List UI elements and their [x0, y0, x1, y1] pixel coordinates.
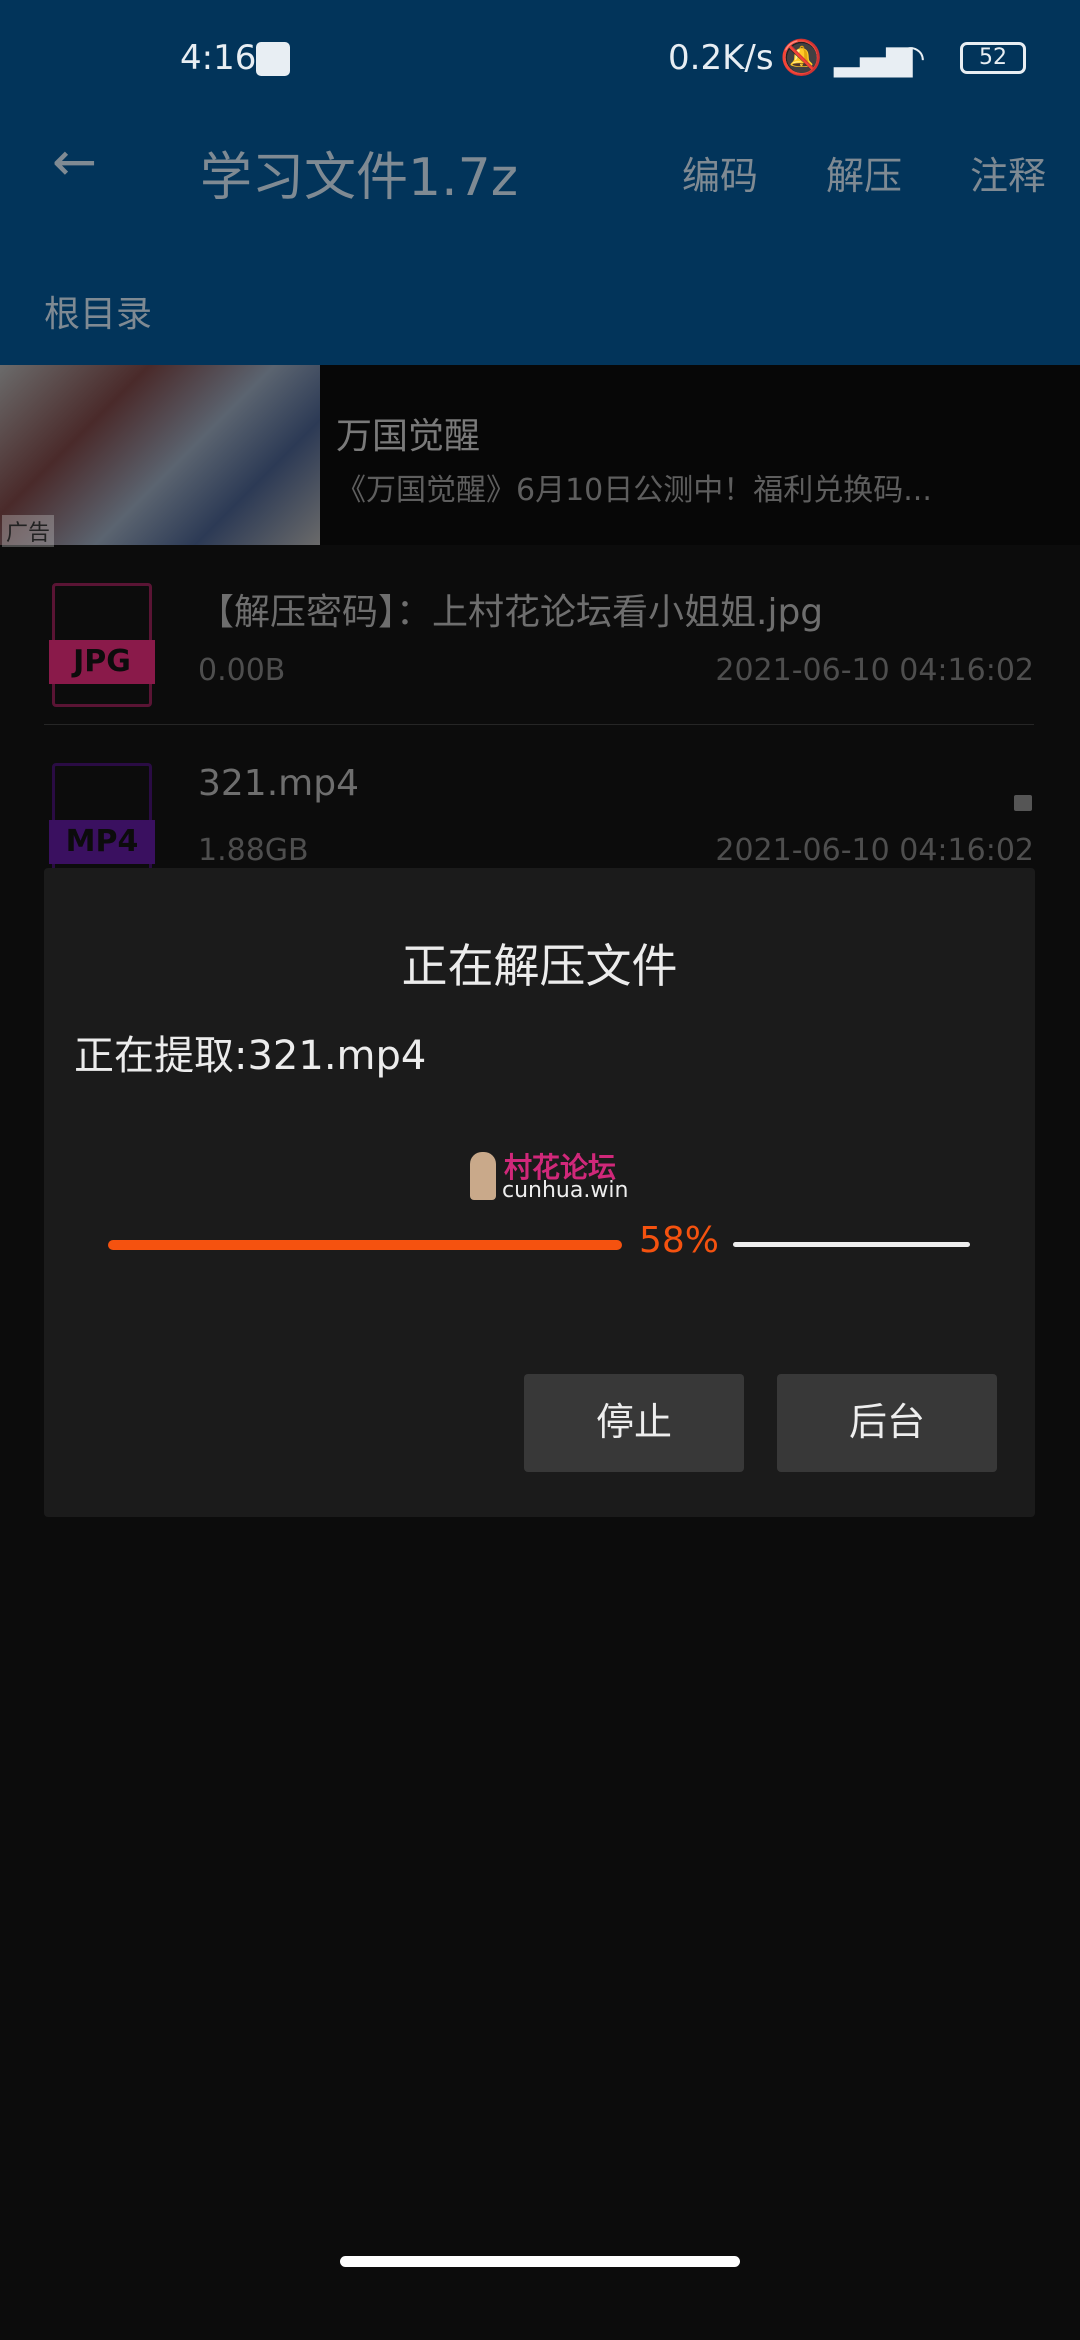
archive-title: 学习文件1.7z [200, 148, 518, 208]
net-speed: 0.2K/s [668, 38, 774, 78]
watermark: 村花论坛 cunhua.win [466, 1146, 666, 1206]
comment-button[interactable]: 注释 [970, 145, 1046, 200]
encoding-button[interactable]: 编码 [682, 145, 758, 200]
ad-image: 广告 [0, 365, 320, 547]
ad-tag: 广告 [2, 515, 55, 547]
lock-icon [1014, 795, 1032, 811]
home-indicator[interactable] [340, 2256, 740, 2267]
app-header: 4:16 0.2K/s 🔕 ▂▄▆ ◠ 52 ← 学习文件1.7z 编码 解压 … [0, 0, 1080, 365]
file-date: 2021-06-10 04:16:02 [715, 833, 1034, 868]
mute-icon: 🔕 [780, 38, 823, 78]
jpg-file-icon: JPG [49, 583, 155, 707]
battery-icon: 52 [960, 42, 1026, 74]
dialog-title: 正在解压文件 [401, 939, 678, 993]
file-size: 0.00B [198, 653, 286, 688]
ad-title: 万国觉醒 [336, 416, 481, 457]
ad-banner[interactable]: 广告 万国觉醒 《万国觉醒》6月10日公测中！福利兑换码... [0, 365, 1080, 547]
girl-icon [470, 1152, 496, 1200]
file-date: 2021-06-10 04:16:02 [715, 653, 1034, 688]
ad-description: 《万国觉醒》6月10日公测中！福利兑换码... [336, 473, 932, 508]
background-button[interactable]: 后台 [777, 1374, 997, 1472]
progress-bar-track [733, 1242, 970, 1247]
progress-percent: 58% [639, 1220, 720, 1261]
notification-icon [256, 42, 290, 76]
file-row[interactable]: JPG 【解压密码】：上村花论坛看小姐姐.jpg 0.00B 2021-06-1… [0, 545, 1080, 725]
file-size: 1.88GB [198, 833, 309, 868]
extract-progress-dialog: 正在解压文件 正在提取:321.mp4 村花论坛 cunhua.win 58% … [44, 868, 1035, 1517]
breadcrumb-root[interactable]: 根目录 [44, 285, 152, 337]
wifi-icon: ◠ [896, 38, 926, 78]
back-arrow-icon[interactable]: ← [52, 130, 97, 193]
stop-button[interactable]: 停止 [524, 1374, 744, 1472]
status-time: 4:16 [180, 38, 257, 78]
file-name: 321.mp4 [198, 763, 359, 804]
dialog-message: 正在提取:321.mp4 [74, 1033, 427, 1079]
extract-button[interactable]: 解压 [826, 145, 902, 200]
file-row[interactable]: MP4 321.mp4 1.88GB 2021-06-10 04:16:02 [0, 725, 1080, 868]
mp4-file-icon: MP4 [49, 763, 155, 868]
progress-bar-fill [108, 1240, 622, 1250]
file-name: 【解压密码】：上村花论坛看小姐姐.jpg [198, 592, 824, 633]
